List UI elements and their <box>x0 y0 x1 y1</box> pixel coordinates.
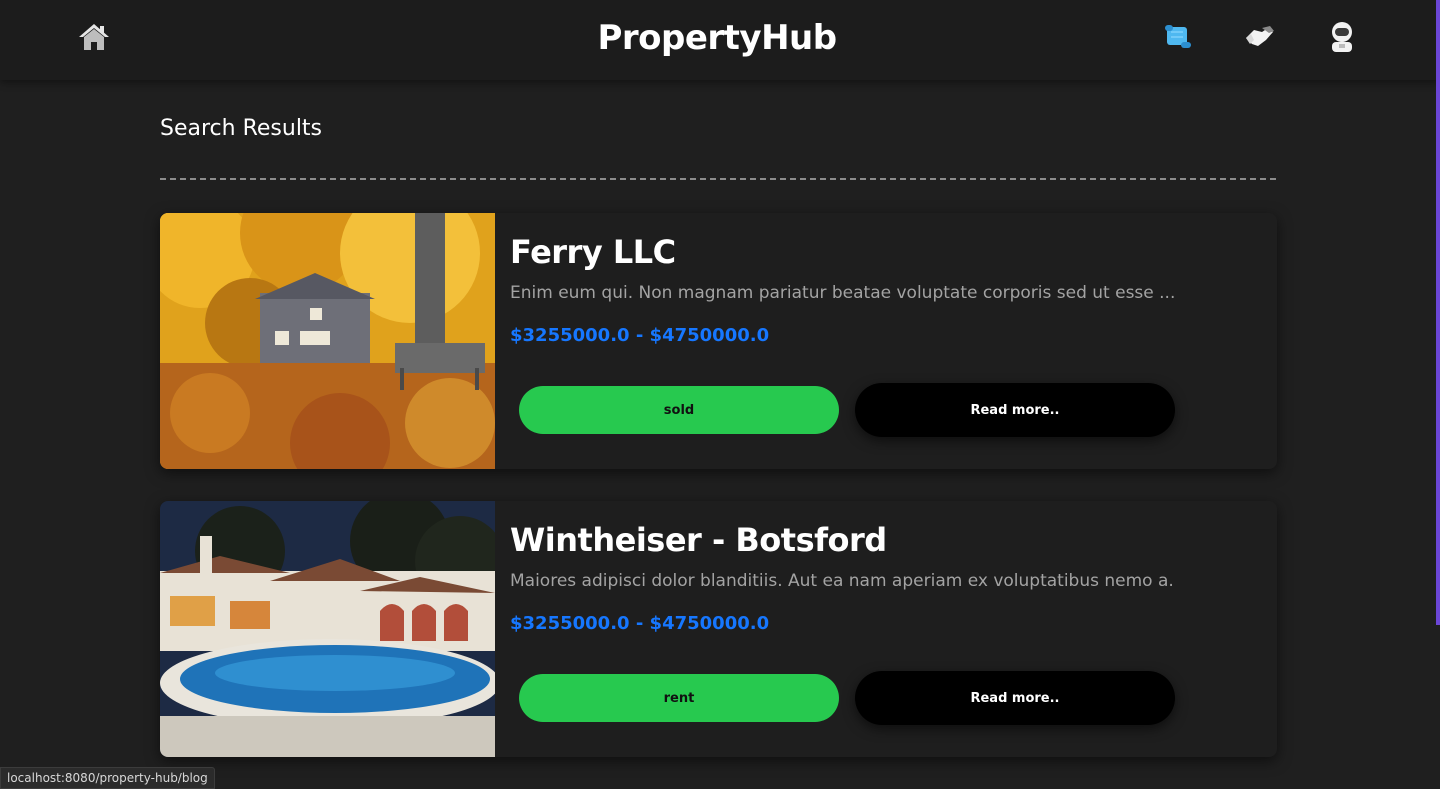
listing-price: $3255000.0 - $4750000.0 <box>510 325 770 346</box>
listing-title[interactable]: Ferry LLC <box>510 233 676 271</box>
listing-description: Maiores adipisci dolor blanditiis. Aut e… <box>510 571 1174 591</box>
browser-status-url: localhost:8080/property-hub/blog <box>0 767 215 789</box>
handshake-icon[interactable] <box>1242 20 1276 54</box>
listing-description: Enim eum qui. Non magnam pariatur beatae… <box>510 283 1176 303</box>
read-more-button[interactable]: Read more.. <box>855 671 1175 725</box>
status-button[interactable]: rent <box>519 674 839 722</box>
listing-card: Ferry LLC Enim eum qui. Non magnam paria… <box>160 213 1277 469</box>
page-accent-edge <box>1436 0 1440 625</box>
scroll-icon[interactable] <box>1162 20 1196 54</box>
status-button[interactable]: sold <box>519 386 839 434</box>
listing-title[interactable]: Wintheiser - Botsford <box>510 521 887 559</box>
brand-logo-text[interactable]: PropertyHub <box>0 18 1434 58</box>
listing-image <box>160 213 495 469</box>
listing-card: Wintheiser - Botsford Maiores adipisci d… <box>160 501 1277 757</box>
section-title: Search Results <box>160 116 323 141</box>
top-navbar: PropertyHub <box>0 0 1440 80</box>
dashed-divider <box>160 178 1276 180</box>
read-more-button[interactable]: Read more.. <box>855 383 1175 437</box>
listing-image <box>160 501 495 757</box>
listing-price: $3255000.0 - $4750000.0 <box>510 613 770 634</box>
astronaut-icon[interactable] <box>1325 20 1359 54</box>
